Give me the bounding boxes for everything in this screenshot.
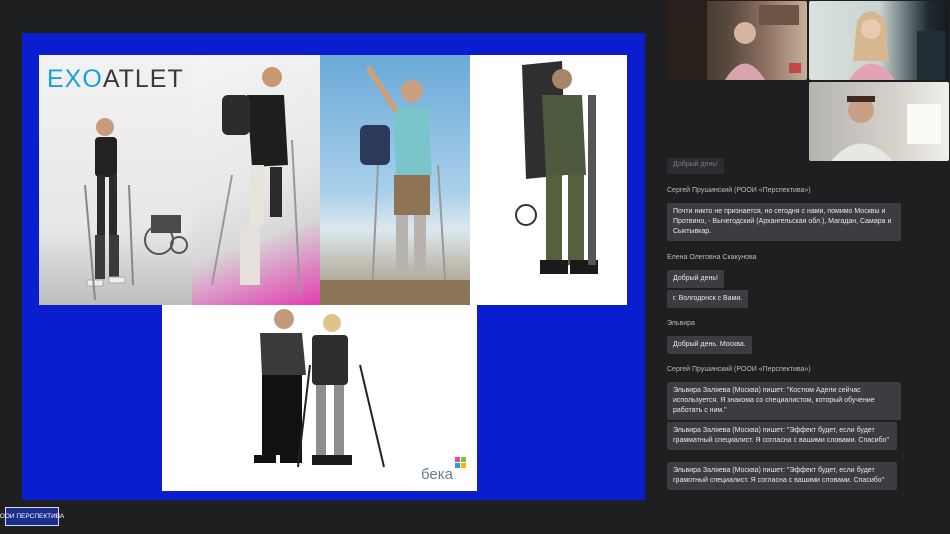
photo-exoskeleton-young-man [192, 55, 320, 305]
chat-sender: Эльвира [667, 320, 695, 327]
chat-sender: Елена Олеговна Скакунова [667, 254, 757, 261]
photo-military-exoskeleton [470, 55, 627, 305]
soldier-exoskeleton-illustration [515, 61, 598, 274]
photo-exoatlet-user: EXOATLET [39, 55, 192, 305]
chat-bubble: Эльвира Заляева (Москва) пишет: "Эффект … [667, 422, 897, 450]
shared-slide: EXOATLET бека [22, 33, 645, 500]
rehab-session-illustration [254, 309, 385, 468]
beka-logo-mark [455, 457, 469, 471]
conference-window: EXOATLET бека Добрый день! Сергей Прушин… [0, 0, 950, 534]
photo-waving-boy [320, 55, 470, 305]
person-with-crutches-illustration [84, 118, 188, 301]
org-logo: ООИ ПЕРСПЕКТИВА [0, 507, 64, 526]
chat-bubble: Почти никто не признается, но сегодня с … [667, 203, 901, 241]
chat-sender: Сергей Прушинский (РООИ «Перспектива») [667, 187, 811, 194]
participant-silhouette [831, 96, 941, 161]
beka-logo: бека [421, 466, 453, 483]
chat-bubble: г. Волгодонск с Вами. [667, 290, 749, 308]
person-with-exoskeleton-illustration [211, 67, 301, 296]
photo-exoskeleton-rehab: бека [162, 305, 477, 491]
participant-video-1[interactable] [667, 1, 807, 80]
chat-bubble-partial: Добрый день! [667, 158, 724, 174]
chat-bubble: Эльвира Заляева (Москва) пишет: "Эффект … [667, 462, 897, 490]
participant-video-3[interactable] [809, 82, 949, 161]
participant-video-2[interactable] [809, 1, 949, 80]
chat-sender: Сергей Прушинский (РООИ «Перспектива») [667, 366, 811, 373]
waving-person-illustration [320, 65, 470, 305]
participant-silhouette [849, 11, 945, 80]
chat-bubble: Добрый день. Москва. [667, 336, 752, 354]
participant-silhouette [667, 1, 801, 80]
chat-bubble: Эльвира Заляева (Москва) пишет: "Костюм … [667, 382, 901, 420]
chat-panel[interactable]: Добрый день! Сергей Прушинский (РООИ «Пе… [658, 158, 950, 504]
chat-bubble: Добрый день! [667, 270, 724, 288]
